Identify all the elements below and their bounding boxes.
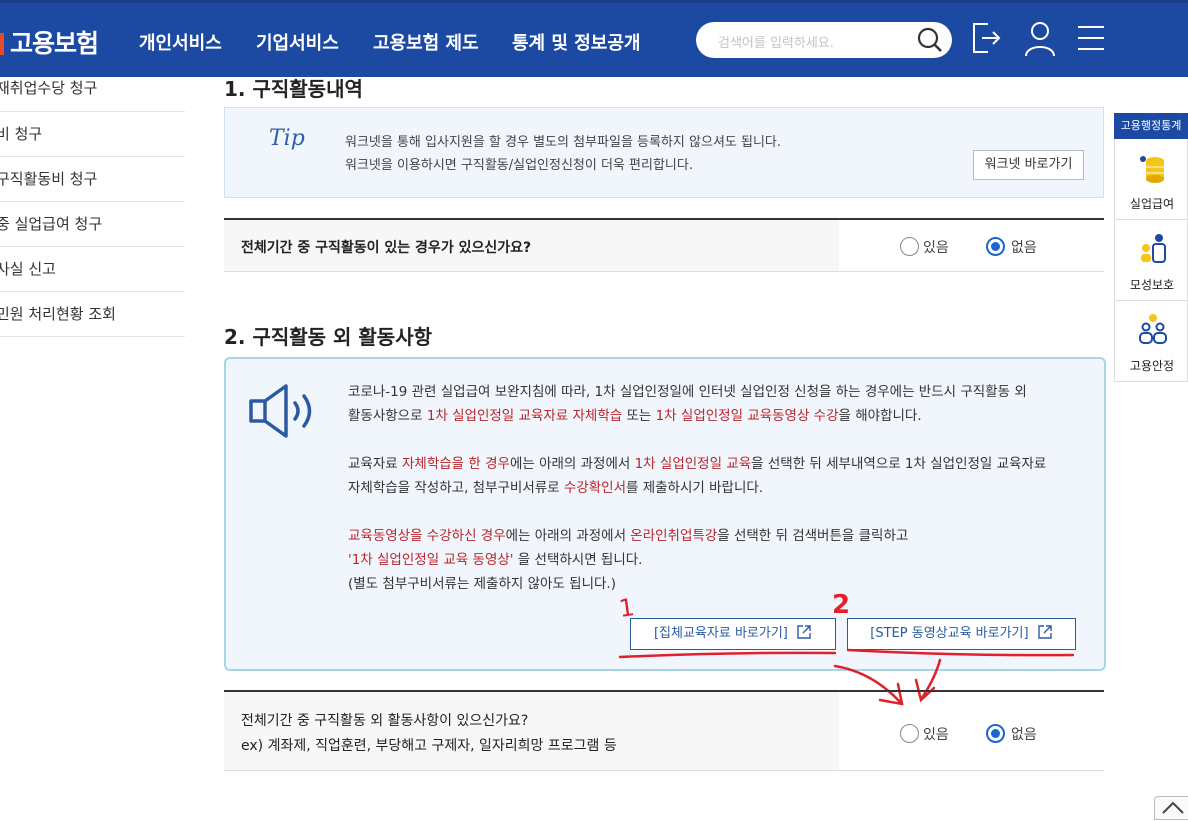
nav-statistics[interactable]: 통계 및 정보공개 — [512, 29, 640, 55]
left-sidebar: 재취업수당 청구 비 청구 구직활동비 청구 중 실업급여 청구 사실 신고 민… — [0, 77, 185, 337]
notice-p1-line1: 코로나-19 관련 실업급여 보완지침에 따라, 1차 실업인정일에 인터넷 실… — [348, 384, 1027, 400]
sidebar-item-label: 재취업수당 청구 — [0, 79, 98, 97]
highlight-text: 수강확인서 — [563, 480, 626, 496]
highlight-text: 1차 실업인정일 교육 — [634, 456, 752, 472]
chevron-up-icon — [1162, 801, 1184, 814]
text: 을 해야합니다. — [838, 408, 922, 424]
sidebar-item-label: 구직활동비 청구 — [0, 170, 98, 188]
radio-no-label: 없음 — [1011, 727, 1037, 743]
question-text: 전체기간 중 구직활동이 있는 경우가 있으신가요? — [241, 240, 532, 256]
tip-line-2: 워크넷을 이용하시면 구직활동/실업인정신청이 더욱 편리합니다. — [345, 158, 693, 173]
logout-icon[interactable] — [970, 20, 1002, 56]
sidebar-item-label: 민원 처리현황 조회 — [0, 305, 116, 323]
annotation-number-2: 2 — [832, 590, 851, 620]
quick-item-label: 고용안정 — [1129, 359, 1175, 373]
quick-item-stability[interactable]: 고용안정 — [1114, 301, 1188, 382]
radio-yes-label: 있음 — [923, 240, 949, 256]
worknet-button[interactable]: 워크넷 바로가기 — [973, 150, 1084, 180]
scroll-top-button[interactable] — [1154, 796, 1188, 820]
button-label: [집체교육자료 바로가기] — [653, 626, 788, 641]
highlight-text: '1차 실업인정일 교육 동영상' — [348, 552, 514, 568]
logo-text: 고용보험 — [10, 29, 99, 58]
nav-insurance-system[interactable]: 고용보험 제도 — [373, 29, 479, 55]
sidebar-item-label: 비 청구 — [0, 125, 43, 143]
text: 를 제출하시기 바랍니다. — [626, 480, 764, 496]
notice-p2-line1: 교육자료 자체학습을 한 경우에는 아래의 과정에서 1차 실업인정일 교육을 … — [348, 452, 1046, 472]
section2-title: 2. 구직활동 외 활동사항 — [224, 325, 433, 349]
notice-p3-line1: 교육동영상을 수강하신 경우에는 아래의 과정에서 온라인취업특강을 선택한 뒤… — [348, 524, 908, 544]
text: 자체학습을 작성하고, 첨부구비서류로 — [348, 480, 564, 496]
text: 에는 아래의 과정에서 — [509, 456, 635, 472]
question-row-other-activity: 전체기간 중 구직활동 외 활동사항이 있으신가요? ex) 계좌제, 직업훈련… — [224, 690, 1104, 771]
text: 을 선택하시면 됩니다. — [513, 552, 643, 568]
notice-p2-line2: 자체학습을 작성하고, 첨부구비서류로 수강확인서를 제출하시기 바랍니다. — [348, 476, 763, 496]
highlight-text: 1차 실업인정일 교육자료 자체학습 — [426, 408, 623, 424]
radio-no[interactable] — [986, 724, 1005, 743]
menu-icon[interactable] — [1077, 25, 1105, 51]
text: 교육자료 — [348, 456, 402, 472]
sidebar-item-status[interactable]: 민원 처리현황 조회 — [0, 292, 185, 337]
button-label: [STEP 동영상교육 바로가기] — [870, 626, 1029, 641]
search-icon[interactable] — [916, 26, 944, 54]
tip-line-1: 워크넷을 통해 입사지원을 할 경우 별도의 첨부파일을 등록하지 않으셔도 됩… — [345, 135, 782, 150]
sidebar-item-reemployment[interactable]: 재취업수당 청구 — [0, 77, 185, 112]
notice-box: 코로나-19 관련 실업급여 보완지침에 따라, 1차 실업인정일에 인터넷 실… — [224, 357, 1106, 671]
text: 을 선택한 뒤 세부내역으로 1차 실업인정일 교육자료 — [751, 456, 1047, 472]
section1-title: 1. 구직활동내역 — [224, 77, 363, 101]
notice-p3-line3: (별도 첨부구비서류는 제출하지 않아도 됩니다.) — [348, 576, 616, 592]
highlight-text: 자체학습을 한 경우 — [401, 456, 510, 472]
quick-item-label: 모성보호 — [1129, 278, 1175, 292]
nav-personal-services[interactable]: 개인서비스 — [139, 29, 222, 55]
sidebar-item-unemployment-benefit[interactable]: 중 실업급여 청구 — [0, 202, 185, 247]
question-row-job-search: 전체기간 중 구직활동이 있는 경우가 있으신가요? 있음 없음 — [224, 218, 1104, 272]
sidebar-item-label: 중 실업급여 청구 — [0, 215, 103, 233]
top-header: 고용보험 개인서비스 기업서비스 고용보험 제도 통계 및 정보공개 검색어를 … — [0, 0, 1188, 77]
highlight-text: 1차 실업인정일 교육동영상 수강 — [655, 408, 839, 424]
quick-item-unemployment[interactable]: 실업급여 — [1114, 139, 1188, 220]
search-input[interactable]: 검색어를 입력하세요. — [696, 22, 952, 58]
notice-p1-line2: 활동사항으로 1차 실업인정일 교육자료 자체학습 또는 1차 실업인정일 교육… — [348, 404, 922, 424]
sidebar-item-report[interactable]: 사실 신고 — [0, 247, 185, 292]
text: 에는 아래의 과정에서 — [505, 528, 631, 544]
quick-item-maternity[interactable]: 모성보호 — [1114, 220, 1188, 301]
tip-logo: Tip — [269, 126, 305, 151]
speaker-icon — [249, 384, 312, 438]
radio-no-label: 없음 — [1011, 240, 1037, 256]
question-text-line1: 전체기간 중 구직활동 외 활동사항이 있으신가요? — [241, 713, 529, 729]
sidebar-item-label: 사실 신고 — [0, 260, 56, 278]
text: 을 선택한 뒤 검색버튼을 클릭하고 — [717, 528, 909, 544]
radio-no[interactable] — [986, 237, 1005, 256]
sidebar-item-job-search-cost[interactable]: 구직활동비 청구 — [0, 157, 185, 202]
question-text-line2: ex) 계좌제, 직업훈련, 부당해고 구제자, 일자리희망 프로그램 등 — [241, 738, 617, 754]
radio-yes[interactable] — [900, 724, 919, 743]
site-logo[interactable]: 고용보험 — [0, 24, 99, 60]
user-icon[interactable] — [1023, 20, 1057, 58]
text: 활동사항으로 — [348, 408, 427, 424]
logo-mark-icon — [0, 33, 4, 55]
nav-business-services[interactable]: 기업서비스 — [256, 29, 339, 55]
notice-p3-line2: '1차 실업인정일 교육 동영상' 을 선택하시면 됩니다. — [348, 548, 642, 568]
search-placeholder: 검색어를 입력하세요. — [718, 36, 834, 51]
tip-box: Tip 워크넷을 통해 입사지원을 할 경우 별도의 첨부파일을 등록하지 않으… — [224, 107, 1104, 198]
people-icon — [1139, 314, 1167, 344]
quick-menu: 고용행정통계 실업급여 모성보호 고용안정 — [1114, 113, 1188, 382]
external-link-icon — [1038, 625, 1052, 639]
header-top-line — [0, 0, 1188, 3]
external-link-icon — [797, 625, 811, 639]
question-label-cell — [224, 692, 839, 770]
sidebar-item-claim[interactable]: 비 청구 — [0, 112, 185, 157]
coins-icon — [1140, 156, 1164, 183]
highlight-text: 온라인취업특강 — [630, 528, 718, 544]
radio-yes[interactable] — [900, 237, 919, 256]
quick-menu-header: 고용행정통계 — [1114, 113, 1188, 139]
text: 또는 — [622, 408, 656, 424]
highlight-text: 교육동영상을 수강하신 경우 — [348, 528, 506, 544]
quick-item-label: 실업급여 — [1129, 197, 1175, 211]
mother-child-icon — [1141, 234, 1166, 263]
radio-yes-label: 있음 — [923, 727, 949, 743]
